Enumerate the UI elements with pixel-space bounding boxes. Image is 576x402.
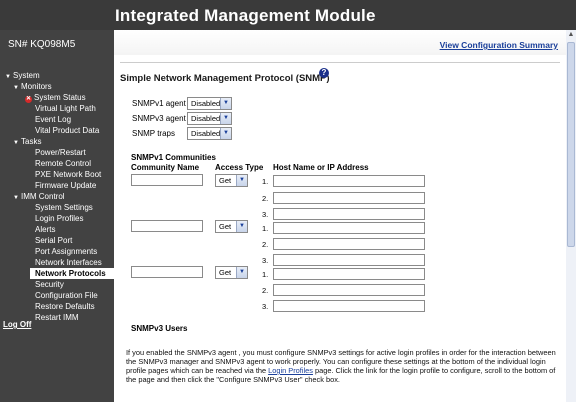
host-number: 1. <box>262 270 269 279</box>
login-profiles-link[interactable]: Login Profiles <box>268 366 313 375</box>
sidebar-item-vital-product-data[interactable]: Vital Product Data <box>35 125 99 136</box>
sidebar-item-security[interactable]: Security <box>35 279 64 290</box>
host-input-3-1[interactable] <box>273 268 425 280</box>
main-content: View Configuration Summary Simple Networ… <box>114 30 566 402</box>
snmpv3-users-title: SNMPv3 Users <box>131 324 188 333</box>
host-number: 3. <box>262 256 269 265</box>
host-input-2-1[interactable] <box>273 222 425 234</box>
sidebar-item-port-assignments[interactable]: Port Assignments <box>35 246 97 257</box>
communities-title: SNMPv1 Communities <box>131 153 216 162</box>
app-title: Integrated Management Module <box>115 6 376 25</box>
access-type-select-3[interactable]: Get ▼ <box>215 266 248 279</box>
sidebar-item-alerts[interactable]: Alerts <box>35 224 55 235</box>
host-number: 3. <box>262 302 269 311</box>
sidebar-item-firmware-update[interactable]: Firmware Update <box>35 180 96 191</box>
sidebar-item-virtual-light-path[interactable]: Virtual Light Path <box>35 103 96 114</box>
snmp-traps-label: SNMP traps <box>132 129 175 138</box>
community-name-input-1[interactable] <box>131 174 203 186</box>
host-number: 1. <box>262 177 269 186</box>
sidebar-item-system-settings[interactable]: System Settings <box>35 202 93 213</box>
sidebar-item-restart-imm[interactable]: Restart IMM <box>35 312 79 323</box>
col-host-name: Host Name or IP Address <box>273 163 369 172</box>
divider <box>120 62 560 63</box>
sidebar: SN# KQ098M5 ▼ System ▼ Monitors ✕ System St… <box>0 30 117 402</box>
host-input-3-2[interactable] <box>273 284 425 296</box>
access-type-select-2[interactable]: Get ▼ <box>215 220 248 233</box>
sidebar-item-network-interfaces[interactable]: Network Interfaces <box>35 257 102 268</box>
host-number: 2. <box>262 286 269 295</box>
app-header: Integrated Management Module <box>0 0 576 30</box>
scroll-thumb[interactable] <box>567 42 575 247</box>
chevron-down-icon[interactable]: ▼ <box>236 267 247 278</box>
snmpv1-agent-select[interactable]: Disabled ▼ <box>187 97 232 110</box>
snmpv1-agent-label: SNMPv1 agent <box>132 99 186 108</box>
sidebar-item-pxe-network-boot[interactable]: PXE Network Boot <box>35 169 101 180</box>
community-name-input-3[interactable] <box>131 266 203 278</box>
help-icon[interactable]: ? <box>319 68 329 78</box>
warning-icon: ✕ <box>25 96 32 103</box>
sidebar-item-serial-port[interactable]: Serial Port <box>35 235 72 246</box>
host-input-1-1[interactable] <box>273 175 425 187</box>
sidebar-item-remote-control[interactable]: Remote Control <box>35 158 91 169</box>
chevron-down-icon[interactable]: ▼ <box>220 128 231 139</box>
vertical-scrollbar[interactable]: ▲ <box>566 30 576 402</box>
col-access-type: Access Type <box>215 163 264 172</box>
chevron-down-icon[interactable]: ▼ <box>220 98 231 109</box>
host-number: 3. <box>262 210 269 219</box>
sidebar-item-configuration-file[interactable]: Configuration File <box>35 290 98 301</box>
logoff-link[interactable]: Log Off <box>3 320 31 329</box>
host-number: 2. <box>262 240 269 249</box>
sidebar-item-event-log[interactable]: Event Log <box>35 114 71 125</box>
host-input-2-3[interactable] <box>273 254 425 266</box>
page-title: Simple Network Management Protocol (SNMP… <box>120 73 330 84</box>
sidebar-item-network-protocols[interactable]: Network Protocols <box>30 268 117 279</box>
triangle-down-icon[interactable]: ▼ <box>13 138 21 149</box>
access-type-select-1[interactable]: Get ▼ <box>215 174 248 187</box>
sidebar-item-system-status[interactable]: ✕ System Status <box>25 92 86 103</box>
chevron-down-icon[interactable]: ▼ <box>236 221 247 232</box>
triangle-down-icon[interactable]: ▼ <box>13 193 21 204</box>
host-input-1-3[interactable] <box>273 208 425 220</box>
sidebar-item-power-restart[interactable]: Power/Restart <box>35 147 86 158</box>
triangle-down-icon[interactable]: ▼ <box>13 83 21 94</box>
scroll-up-icon[interactable]: ▲ <box>566 30 576 40</box>
chevron-down-icon[interactable]: ▼ <box>220 113 231 124</box>
snmp-traps-select[interactable]: Disabled ▼ <box>187 127 232 140</box>
chevron-down-icon[interactable]: ▼ <box>236 175 247 186</box>
community-name-input-2[interactable] <box>131 220 203 232</box>
snmpv3-agent-label: SNMPv3 agent <box>132 114 186 123</box>
host-number: 2. <box>262 194 269 203</box>
sidebar-item-restore-defaults[interactable]: Restore Defaults <box>35 301 95 312</box>
host-input-2-2[interactable] <box>273 238 425 250</box>
snmpv3-users-description: If you enabled the SNMPv3 agent , you mu… <box>126 348 556 384</box>
host-input-1-2[interactable] <box>273 192 425 204</box>
view-configuration-summary-link[interactable]: View Configuration Summary <box>440 40 558 50</box>
host-number: 1. <box>262 224 269 233</box>
col-community-name: Community Name <box>131 163 200 172</box>
snmpv3-agent-select[interactable]: Disabled ▼ <box>187 112 232 125</box>
serial-number: SN# KQ098M5 <box>8 39 76 50</box>
triangle-down-icon[interactable]: ▼ <box>5 72 13 83</box>
host-input-3-3[interactable] <box>273 300 425 312</box>
sidebar-item-login-profiles[interactable]: Login Profiles <box>35 213 83 224</box>
